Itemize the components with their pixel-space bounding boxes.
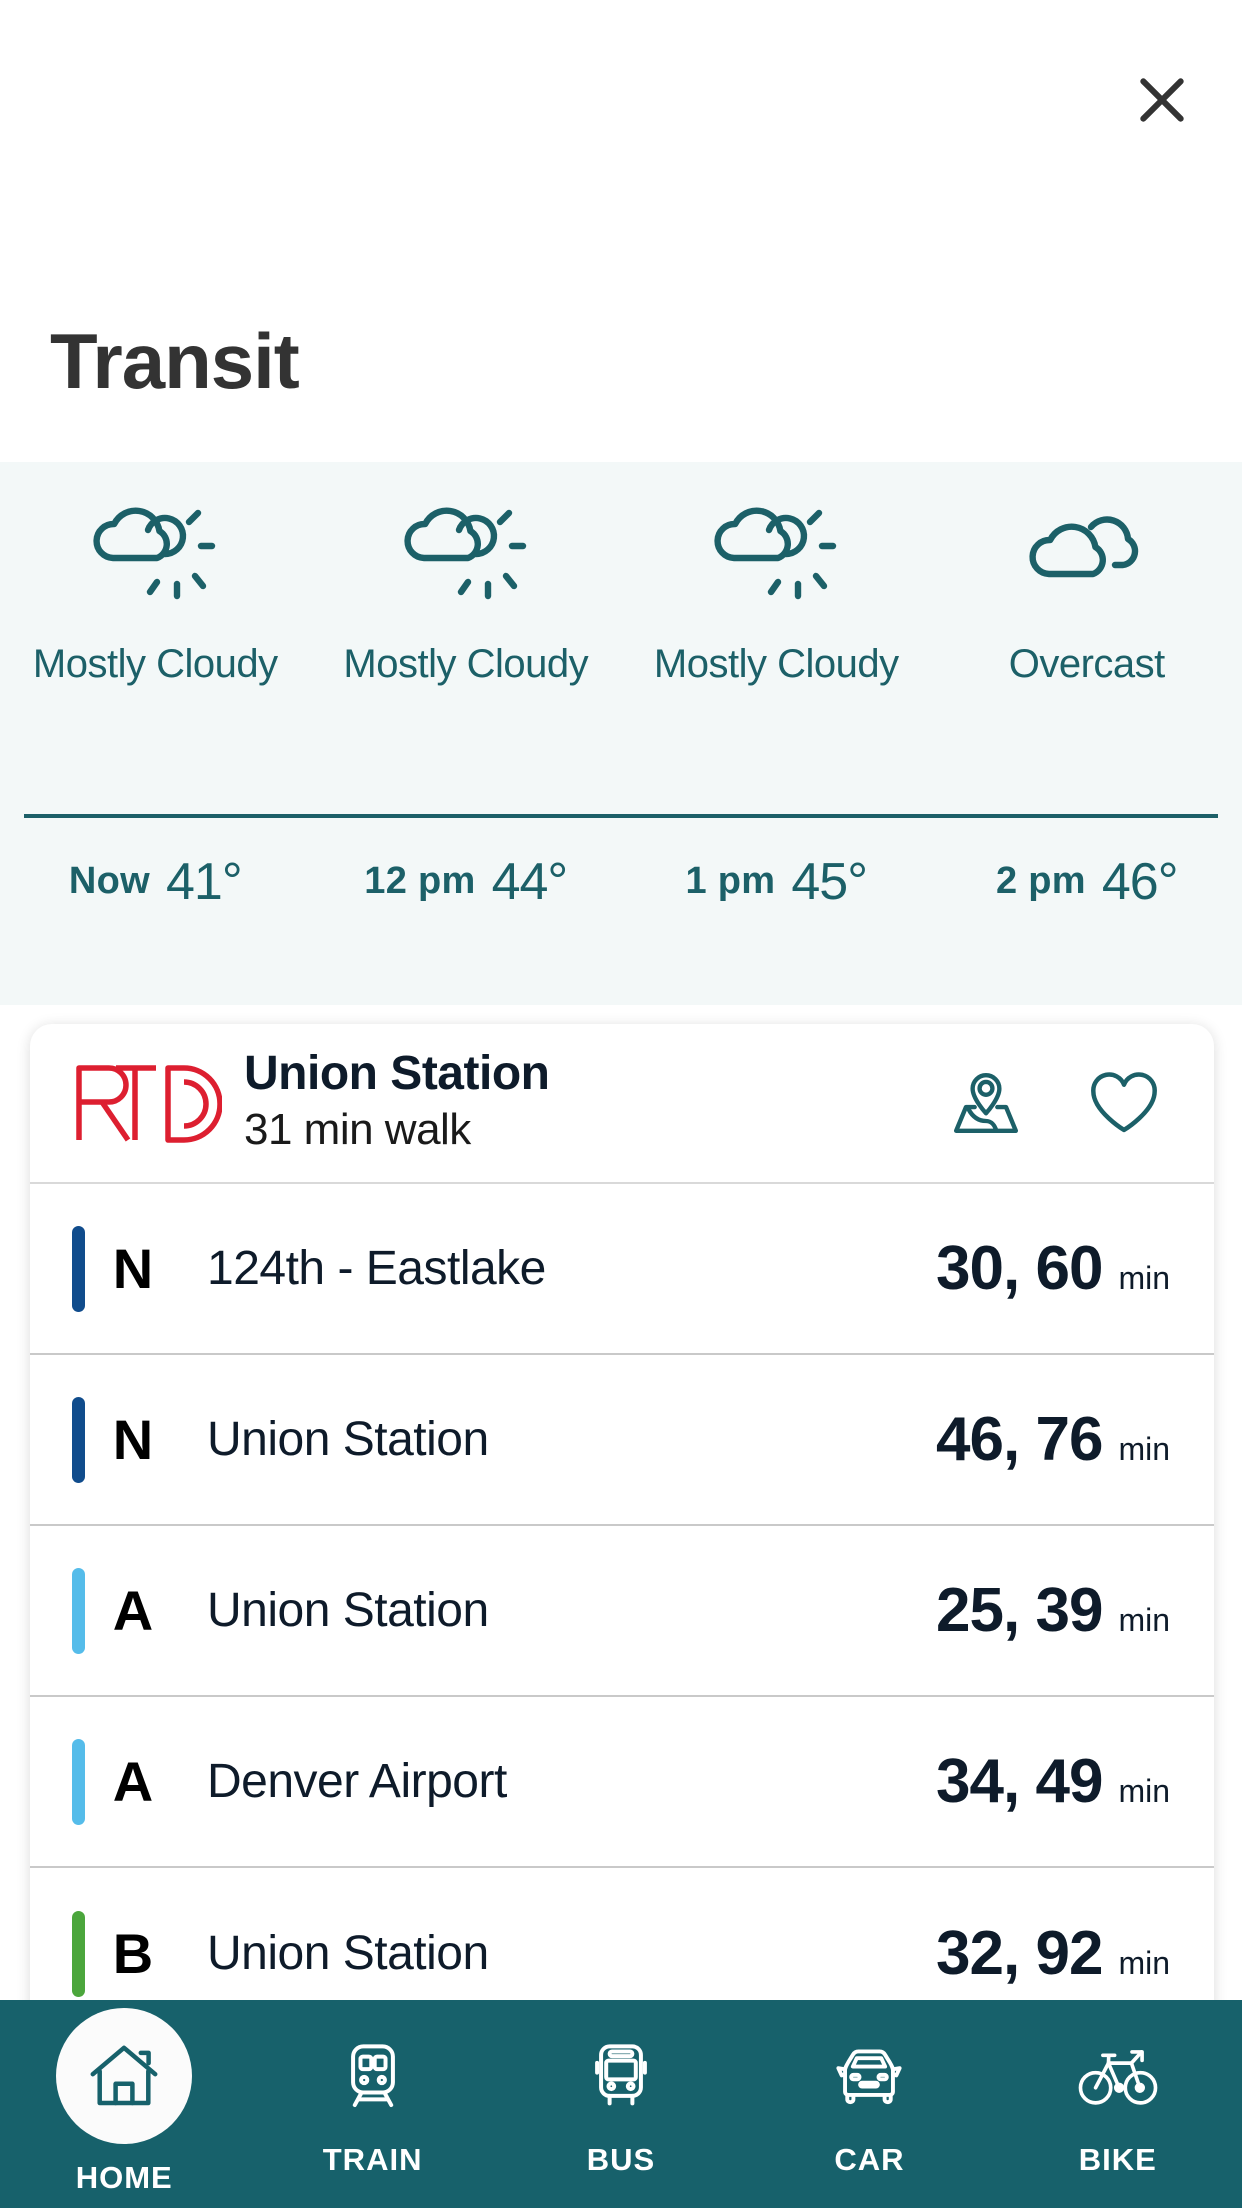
route-minutes-unit: min — [1118, 1260, 1170, 1296]
weather-time-label: 12 pm — [364, 860, 476, 902]
weather-time-cell: 12 pm 44° — [311, 814, 622, 949]
station-walk-time: 31 min walk — [244, 1104, 471, 1154]
route-color-bar — [72, 1225, 85, 1312]
weather-temp-label: 46° — [1101, 852, 1179, 911]
route-destination: Denver Airport — [207, 1755, 507, 1808]
nav-item-home[interactable]: HOME — [0, 2000, 248, 2196]
bus-icon — [584, 2020, 658, 2132]
station-name: Union Station — [244, 1047, 550, 1101]
weather-time-label: 1 pm — [685, 860, 776, 902]
train-icon — [336, 2020, 410, 2132]
nav-item-bus[interactable]: BUS — [497, 2000, 745, 2178]
route-line-letter: A — [112, 1749, 154, 1813]
station-card-actions — [948, 1065, 1180, 1141]
nav-label: HOME — [75, 2160, 173, 2195]
weather-time-cell: 1 pm 45° — [621, 814, 932, 949]
route-minutes: 46, 76 — [936, 1405, 1103, 1474]
nav-item-train[interactable]: TRAIN — [248, 2000, 496, 2178]
nav-item-car[interactable]: CAR — [745, 2000, 993, 2178]
partly-cloudy-sun-icon — [714, 490, 838, 620]
weather-temp-label: 41° — [165, 852, 243, 911]
route-color-bar — [72, 1567, 85, 1654]
partly-cloudy-sun-icon — [404, 490, 528, 620]
route-arrival-times: 25, 39 min — [936, 1575, 1170, 1646]
route-destination: 124th - Eastlake — [207, 1242, 546, 1295]
route-arrival-times: 30, 60 min — [936, 1233, 1170, 1304]
close-button[interactable] — [1117, 55, 1207, 145]
route-minutes-unit: min — [1118, 1945, 1170, 1981]
page-title: Transit — [50, 317, 300, 405]
route-line-letter: N — [112, 1236, 154, 1300]
weather-forecast-strip: Mostly Cloudy Mostly Cloudy Mostly Cloud… — [0, 462, 1242, 1005]
weather-column: Mostly Cloudy — [311, 462, 622, 687]
route-line-letter: N — [112, 1407, 154, 1471]
bicycle-icon — [1076, 2020, 1160, 2132]
rtd-logo — [72, 1062, 222, 1144]
table-row[interactable]: A Union Station 25, 39 min — [30, 1526, 1214, 1697]
nav-label: CAR — [834, 2142, 905, 2177]
station-card-header: Union Station 31 min walk — [30, 1024, 1214, 1184]
route-minutes-unit: min — [1118, 1602, 1170, 1638]
route-minutes-unit: min — [1118, 1773, 1170, 1809]
close-icon — [1134, 72, 1190, 128]
weather-column: Mostly Cloudy — [621, 462, 932, 687]
table-row[interactable]: N 124th - Eastlake 30, 60 min — [30, 1184, 1214, 1355]
weather-temp-label: 45° — [791, 852, 868, 911]
bottom-navigation-bar: HOME TRAIN BUS CAR BIKE — [0, 2000, 1242, 2208]
route-arrival-times: 46, 76 min — [936, 1404, 1170, 1475]
route-destination: Union Station — [207, 1413, 489, 1466]
home-icon — [56, 2008, 193, 2144]
weather-condition-label: Overcast — [1008, 642, 1166, 686]
weather-times-row: Now 41° 12 pm 44° 1 pm 45° 2 pm 46° — [0, 814, 1242, 949]
route-minutes-unit: min — [1118, 1431, 1170, 1467]
weather-time-label: 2 pm — [995, 860, 1086, 902]
weather-time-cell: Now 41° — [0, 814, 311, 949]
map-pin-icon[interactable] — [948, 1065, 1024, 1141]
overcast-clouds-icon — [1025, 490, 1149, 620]
route-line-letter: B — [112, 1921, 154, 1985]
heart-icon[interactable] — [1086, 1065, 1162, 1141]
weather-time-cell: 2 pm 46° — [932, 814, 1242, 949]
weather-condition-label: Mostly Cloudy — [32, 642, 278, 686]
route-color-bar — [72, 1910, 85, 1997]
weather-column: Mostly Cloudy — [0, 462, 311, 687]
partly-cloudy-sun-icon — [93, 490, 217, 620]
nav-label: BIKE — [1078, 2142, 1157, 2177]
route-arrival-times: 34, 49 min — [936, 1746, 1170, 1817]
weather-condition-label: Mostly Cloudy — [653, 642, 899, 686]
route-color-bar — [72, 1738, 85, 1825]
screen-header: Transit — [0, 0, 1242, 462]
weather-column: Overcast — [932, 462, 1242, 687]
weather-condition-label: Mostly Cloudy — [343, 642, 589, 686]
weather-conditions-row: Mostly Cloudy Mostly Cloudy Mostly Cloud… — [0, 462, 1242, 687]
route-arrival-times: 32, 92 min — [936, 1918, 1170, 1989]
car-icon — [830, 2020, 908, 2132]
route-minutes: 34, 49 — [936, 1747, 1103, 1816]
route-minutes: 25, 39 — [936, 1576, 1103, 1645]
route-minutes: 32, 92 — [936, 1919, 1103, 1988]
nav-label: BUS — [586, 2142, 656, 2177]
nav-item-bike[interactable]: BIKE — [994, 2000, 1242, 2178]
route-minutes: 30, 60 — [936, 1234, 1103, 1303]
station-info: Union Station 31 min walk — [222, 1049, 948, 1156]
route-line-letter: A — [112, 1578, 154, 1642]
table-row[interactable]: N Union Station 46, 76 min — [30, 1355, 1214, 1526]
table-row[interactable]: A Denver Airport 34, 49 min — [30, 1697, 1214, 1868]
nav-label: TRAIN — [322, 2142, 423, 2177]
route-color-bar — [72, 1396, 85, 1483]
weather-temp-label: 44° — [491, 852, 569, 911]
route-destination: Union Station — [207, 1584, 489, 1637]
weather-time-label: Now — [68, 860, 150, 902]
station-card[interactable]: Union Station 31 min walk N 124th - East… — [30, 1024, 1214, 2039]
transit-screen: Transit Mostly Cloudy Mostly Cloudy Most… — [0, 0, 1242, 2208]
route-destination: Union Station — [207, 1927, 489, 1980]
